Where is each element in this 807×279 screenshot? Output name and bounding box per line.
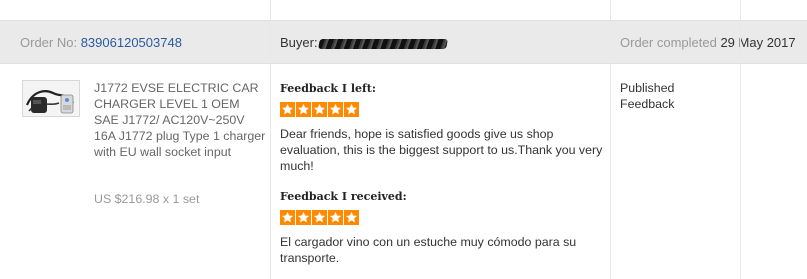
status-line-feedback: Feedback [620,97,675,111]
feedback-received-text: El cargador vino con un estuche muy cómo… [280,235,577,265]
feedback-received-label: Feedback I received: [280,190,407,203]
star-icon [280,102,295,117]
order-header: Order No: 83906120503748 Buyer: Order co… [0,20,807,64]
feedback-left-text: Dear friends, hope is satisfied goods gi… [280,127,603,173]
star-icon [296,102,311,117]
star-icon [296,210,311,225]
column-divider [270,0,271,279]
star-icon [312,210,327,225]
column-divider [610,0,611,279]
star-icon [328,210,343,225]
order-status: Order completed 29 May 2017 [620,35,796,50]
buyer: Buyer: [280,35,448,50]
order-number-link[interactable]: 83906120503748 [81,35,182,50]
feedback-left-rating [280,102,359,117]
product-title-link[interactable]: J1772 EVSE ELECTRIC CAR CHARGER LEVEL 1 … [94,80,266,160]
product-price: US $216.98 x 1 set [94,192,200,206]
order-number-label: Order No: [20,35,78,50]
status-line-published: Published [620,81,675,95]
published-feedback-status: Published Feedback [620,80,674,112]
buyer-name-redacted[interactable] [317,38,448,49]
star-icon [328,102,343,117]
ev-charger-image-icon [23,81,79,116]
order-status-text: Order completed [620,35,717,50]
star-icon [344,210,359,225]
star-icon [280,210,295,225]
product-thumbnail[interactable] [22,80,80,117]
top-gap [0,0,807,20]
star-icon [312,102,327,117]
feedback-left-label: Feedback I left: [280,82,376,95]
column-divider [740,0,741,279]
feedback-received-rating [280,210,359,225]
star-icon [344,102,359,117]
order-date: 29 May 2017 [720,35,796,50]
buyer-label: Buyer: [280,35,318,50]
order-number: Order No: 83906120503748 [20,35,182,50]
